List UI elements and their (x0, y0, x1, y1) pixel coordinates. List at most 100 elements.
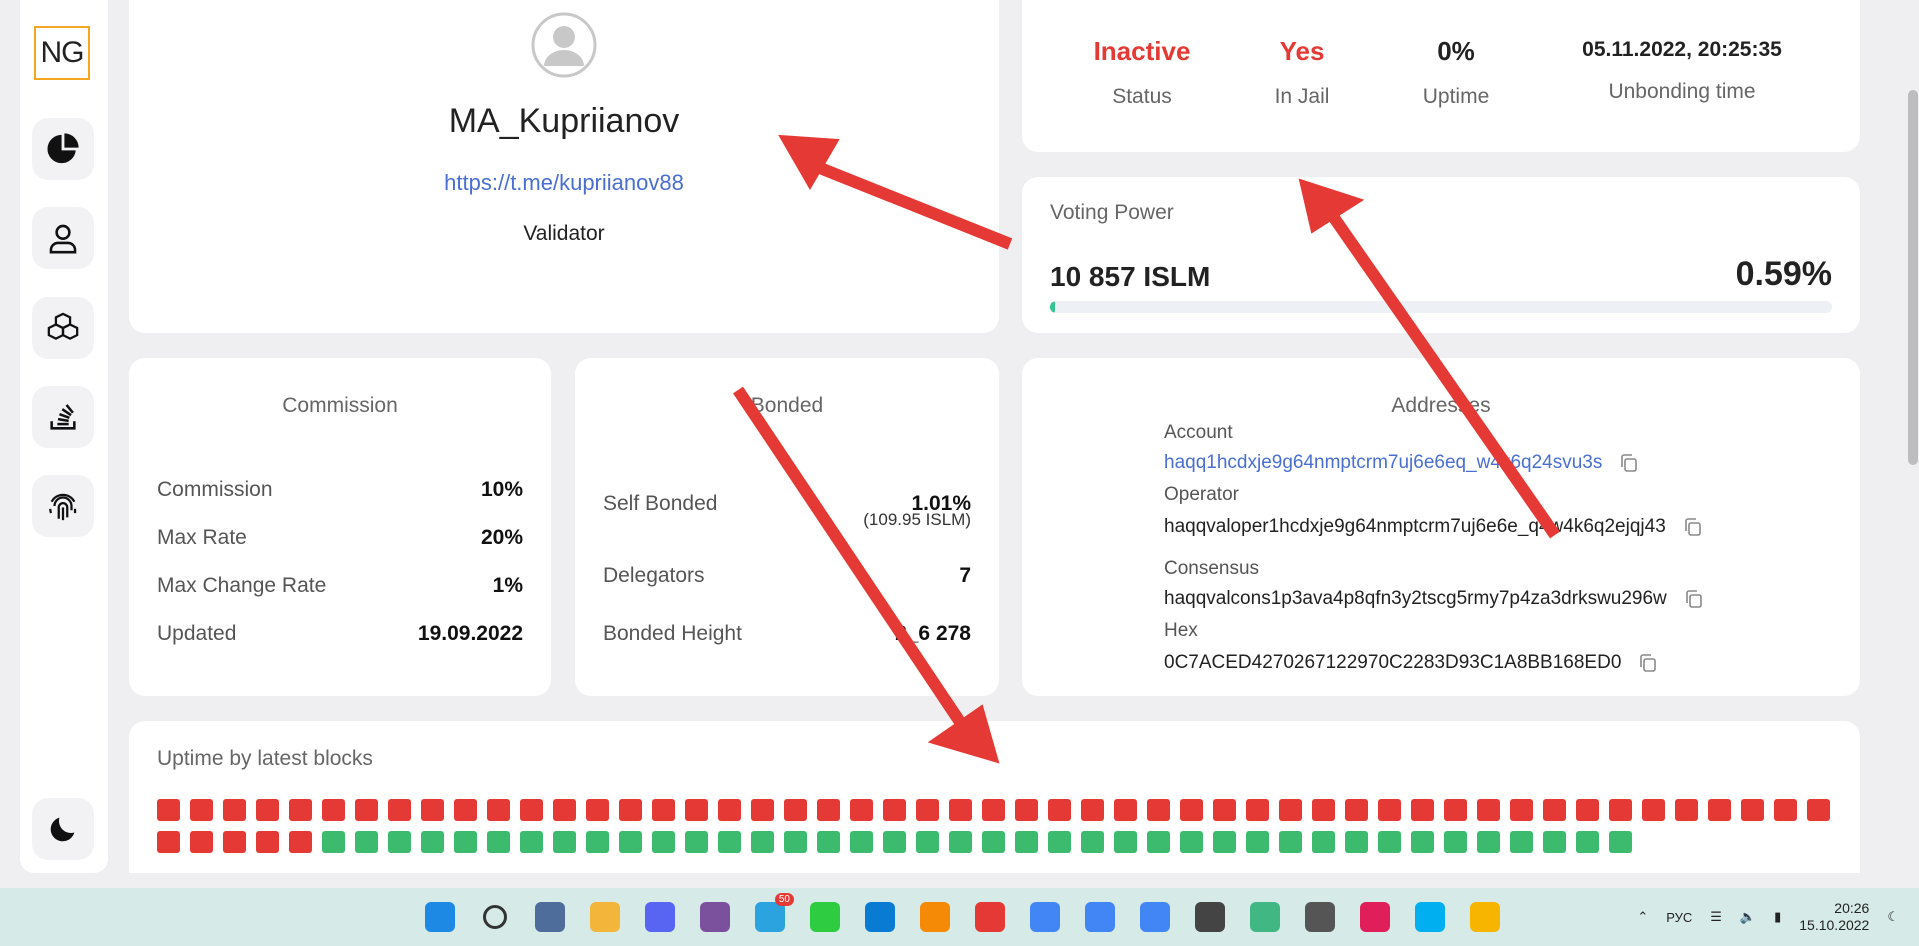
missed-block[interactable] (256, 831, 279, 853)
windows-start-icon[interactable] (420, 897, 460, 937)
signed-block[interactable] (685, 831, 708, 853)
missed-block[interactable] (388, 799, 411, 821)
missed-block[interactable] (1609, 799, 1632, 821)
signed-block[interactable] (1312, 831, 1335, 853)
signed-block[interactable] (619, 831, 642, 853)
nav-staking[interactable] (32, 386, 94, 448)
missed-block[interactable] (1807, 799, 1830, 821)
missed-block[interactable] (1213, 799, 1236, 821)
missed-block[interactable] (1081, 799, 1104, 821)
signed-block[interactable] (817, 831, 840, 853)
nav-dashboard[interactable] (32, 118, 94, 180)
missed-block[interactable] (1543, 799, 1566, 821)
missed-block[interactable] (784, 799, 807, 821)
missed-block[interactable] (1345, 799, 1368, 821)
missed-block[interactable] (157, 799, 180, 821)
nav-validators[interactable] (32, 475, 94, 537)
missed-block[interactable] (190, 831, 213, 853)
volume-icon[interactable]: 🔈 (1740, 909, 1756, 925)
signed-block[interactable] (1213, 831, 1236, 853)
signed-block[interactable] (1114, 831, 1137, 853)
missed-block[interactable] (1147, 799, 1170, 821)
missed-block[interactable] (1411, 799, 1434, 821)
missed-block[interactable] (421, 799, 444, 821)
missed-block[interactable] (256, 799, 279, 821)
missed-block[interactable] (718, 799, 741, 821)
missed-block[interactable] (454, 799, 477, 821)
telegram-icon[interactable]: 50 (750, 893, 794, 937)
telegram-link[interactable]: https://t.me/kupriianov88 (129, 170, 999, 196)
signed-block[interactable] (751, 831, 774, 853)
signed-block[interactable] (1510, 831, 1533, 853)
missed-block[interactable] (1510, 799, 1533, 821)
missed-block[interactable] (949, 799, 972, 821)
missed-block[interactable] (619, 799, 642, 821)
missed-block[interactable] (520, 799, 543, 821)
signed-block[interactable] (916, 831, 939, 853)
signed-block[interactable] (1048, 831, 1071, 853)
account-address-link[interactable]: haqq1hcdxje9g64nmptcrm7uj6e6eq_w4k6q24sv… (1164, 452, 1602, 474)
signed-block[interactable] (1180, 831, 1203, 853)
signed-block[interactable] (1015, 831, 1038, 853)
missed-block[interactable] (1015, 799, 1038, 821)
nav-account[interactable] (32, 207, 94, 269)
missed-block[interactable] (685, 799, 708, 821)
missed-block[interactable] (1048, 799, 1071, 821)
signed-block[interactable] (784, 831, 807, 853)
logo[interactable]: NG (34, 26, 90, 80)
copy-icon[interactable] (1637, 652, 1659, 674)
missed-block[interactable] (1378, 799, 1401, 821)
chrome-icon[interactable] (1025, 897, 1065, 937)
signed-block[interactable] (1477, 831, 1500, 853)
sublime-icon[interactable] (915, 897, 955, 937)
missed-block[interactable] (289, 799, 312, 821)
viber-icon[interactable] (695, 897, 735, 937)
signed-block[interactable] (1378, 831, 1401, 853)
calculator-icon[interactable] (1300, 897, 1340, 937)
signed-block[interactable] (520, 831, 543, 853)
signed-block[interactable] (1411, 831, 1434, 853)
notifications-icon[interactable]: ☾ (1887, 909, 1899, 925)
chevron-up-icon[interactable]: ⌃ (1637, 909, 1648, 925)
missed-block[interactable] (751, 799, 774, 821)
missed-block[interactable] (1675, 799, 1698, 821)
signed-block[interactable] (1081, 831, 1104, 853)
chrome-b-icon[interactable] (1080, 897, 1120, 937)
signed-block[interactable] (487, 831, 510, 853)
missed-block[interactable] (1477, 799, 1500, 821)
missed-block[interactable] (1279, 799, 1302, 821)
signed-block[interactable] (1147, 831, 1170, 853)
missed-block[interactable] (1312, 799, 1335, 821)
skype-icon[interactable] (1410, 897, 1450, 937)
missed-block[interactable] (1576, 799, 1599, 821)
missed-block[interactable] (586, 799, 609, 821)
signed-block[interactable] (322, 831, 345, 853)
nav-blocks[interactable] (32, 297, 94, 359)
missed-block[interactable] (157, 831, 180, 853)
copy-icon[interactable] (1682, 516, 1704, 538)
missed-block[interactable] (1114, 799, 1137, 821)
signed-block[interactable] (1609, 831, 1632, 853)
missed-block[interactable] (850, 799, 873, 821)
scrollbar-thumb[interactable] (1908, 90, 1918, 465)
signed-block[interactable] (652, 831, 675, 853)
missed-block[interactable] (223, 831, 246, 853)
signed-block[interactable] (1345, 831, 1368, 853)
search-icon[interactable] (475, 897, 515, 937)
missed-block[interactable] (1180, 799, 1203, 821)
missed-block[interactable] (916, 799, 939, 821)
missed-block[interactable] (355, 799, 378, 821)
app-green-icon[interactable] (805, 897, 845, 937)
signed-block[interactable] (586, 831, 609, 853)
copy-icon[interactable] (1683, 588, 1705, 610)
signed-block[interactable] (1576, 831, 1599, 853)
music-icon[interactable] (1465, 897, 1505, 937)
copy-icon[interactable] (1618, 452, 1640, 474)
terminal-icon[interactable] (1190, 897, 1230, 937)
signed-block[interactable] (982, 831, 1005, 853)
missed-block[interactable] (1774, 799, 1797, 821)
missed-block[interactable] (289, 831, 312, 853)
missed-block[interactable] (652, 799, 675, 821)
signed-block[interactable] (883, 831, 906, 853)
discord-icon[interactable] (640, 897, 680, 937)
